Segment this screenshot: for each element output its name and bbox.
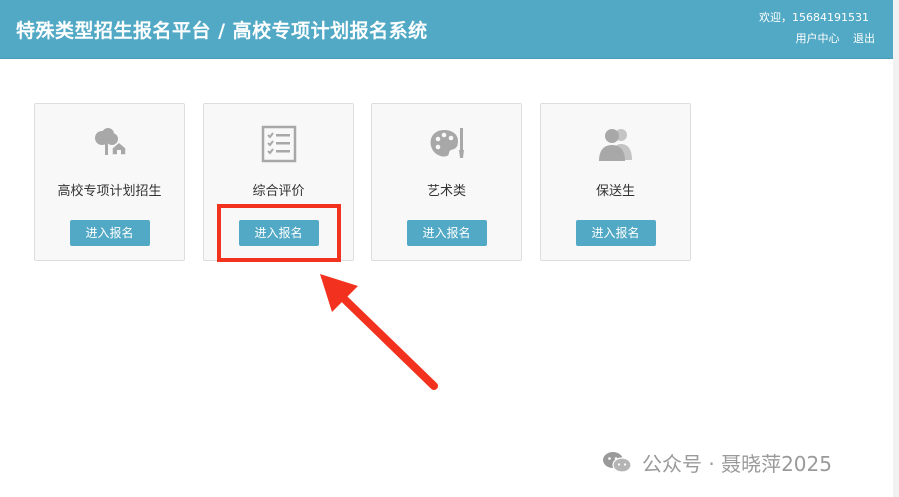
page-title: 特殊类型招生报名平台 / 高校专项计划报名系统 (16, 20, 428, 42)
card-arts: 艺术类 进入报名 (371, 103, 522, 261)
card-special-plan: 高校专项计划招生 进入报名 (34, 103, 185, 261)
card-label: 保送生 (595, 184, 635, 199)
scrollbar-track[interactable] (893, 0, 899, 497)
top-header: 特殊类型招生报名平台 / 高校专项计划报名系统 欢迎，15684191531 用… (0, 0, 893, 59)
checklist-icon (261, 125, 296, 163)
card-recommended-students: 保送生 进入报名 (540, 103, 691, 261)
card-label: 综合评价 (252, 184, 305, 199)
welcome-text: 欢迎，15684191531 (759, 11, 869, 24)
enter-register-button[interactable]: 进入报名 (575, 220, 656, 246)
user-links: 用户中心 退出 (786, 30, 876, 46)
logout-link[interactable]: 退出 (853, 32, 875, 45)
watermark-text: 公众号 · 聂晓萍2025 (642, 451, 832, 476)
tree-house-icon (94, 128, 127, 156)
card-label: 高校专项计划招生 (57, 184, 162, 199)
watermark: 公众号 · 聂晓萍2025 (602, 450, 832, 476)
card-label: 艺术类 (426, 184, 466, 199)
palette-icon (430, 128, 464, 158)
user-center-link[interactable]: 用户中心 (796, 32, 840, 45)
enter-register-button[interactable]: 进入报名 (406, 220, 487, 246)
users-icon (598, 129, 632, 161)
highlight-box (217, 204, 341, 262)
enter-register-button[interactable]: 进入报名 (69, 220, 150, 246)
wechat-icon (603, 452, 632, 473)
